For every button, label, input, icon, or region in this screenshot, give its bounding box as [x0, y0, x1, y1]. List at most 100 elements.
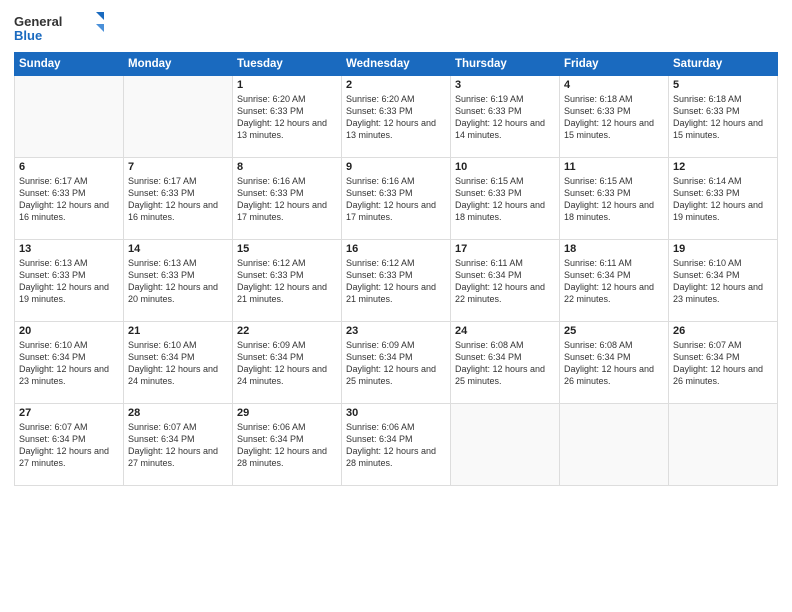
logo-svg: General Blue [14, 10, 104, 46]
calendar-cell [669, 404, 778, 486]
calendar-cell: 4 Sunrise: 6:18 AMSunset: 6:33 PMDaylight… [560, 76, 669, 158]
day-number: 29 [237, 407, 337, 419]
calendar-cell: 17 Sunrise: 6:11 AMSunset: 6:34 PMDayligh… [451, 240, 560, 322]
calendar-header-wednesday: Wednesday [342, 53, 451, 76]
day-info: Sunrise: 6:10 AMSunset: 6:34 PMDaylight:… [673, 257, 773, 306]
day-number: 19 [673, 243, 773, 255]
calendar-cell: 22 Sunrise: 6:09 AMSunset: 6:34 PMDayligh… [233, 322, 342, 404]
calendar-week-row: 27 Sunrise: 6:07 AMSunset: 6:34 PMDayligh… [15, 404, 778, 486]
calendar-cell: 12 Sunrise: 6:14 AMSunset: 6:33 PMDayligh… [669, 158, 778, 240]
calendar-cell [15, 76, 124, 158]
day-number: 13 [19, 243, 119, 255]
day-info: Sunrise: 6:15 AMSunset: 6:33 PMDaylight:… [455, 175, 555, 224]
day-info: Sunrise: 6:11 AMSunset: 6:34 PMDaylight:… [455, 257, 555, 306]
calendar-cell: 16 Sunrise: 6:12 AMSunset: 6:33 PMDayligh… [342, 240, 451, 322]
calendar-cell: 5 Sunrise: 6:18 AMSunset: 6:33 PMDaylight… [669, 76, 778, 158]
day-number: 6 [19, 161, 119, 173]
calendar-week-row: 13 Sunrise: 6:13 AMSunset: 6:33 PMDayligh… [15, 240, 778, 322]
calendar-cell: 21 Sunrise: 6:10 AMSunset: 6:34 PMDayligh… [124, 322, 233, 404]
day-number: 12 [673, 161, 773, 173]
day-info: Sunrise: 6:13 AMSunset: 6:33 PMDaylight:… [128, 257, 228, 306]
day-number: 30 [346, 407, 446, 419]
calendar-cell [124, 76, 233, 158]
day-number: 4 [564, 79, 664, 91]
day-info: Sunrise: 6:12 AMSunset: 6:33 PMDaylight:… [237, 257, 337, 306]
day-info: Sunrise: 6:20 AMSunset: 6:33 PMDaylight:… [346, 93, 446, 142]
day-number: 26 [673, 325, 773, 337]
day-info: Sunrise: 6:10 AMSunset: 6:34 PMDaylight:… [128, 339, 228, 388]
day-number: 23 [346, 325, 446, 337]
calendar-header-thursday: Thursday [451, 53, 560, 76]
calendar-cell: 29Sunrise: 6:06 AMSunset: 6:34 PMDayligh… [233, 404, 342, 486]
day-number: 22 [237, 325, 337, 337]
day-number: 28 [128, 407, 228, 419]
day-info: Sunrise: 6:16 AMSunset: 6:33 PMDaylight:… [346, 175, 446, 224]
day-info: Sunrise: 6:09 AMSunset: 6:34 PMDaylight:… [346, 339, 446, 388]
calendar-cell [451, 404, 560, 486]
calendar-cell: 14 Sunrise: 6:13 AMSunset: 6:33 PMDayligh… [124, 240, 233, 322]
calendar-cell [560, 404, 669, 486]
calendar-cell: 25 Sunrise: 6:08 AMSunset: 6:34 PMDayligh… [560, 322, 669, 404]
day-info: Sunrise: 6:09 AMSunset: 6:34 PMDaylight:… [237, 339, 337, 388]
calendar-cell: 24Sunrise: 6:08 AMSunset: 6:34 PMDayligh… [451, 322, 560, 404]
day-info: Sunrise: 6:17 AMSunset: 6:33 PMDaylight:… [128, 175, 228, 224]
header: General Blue [14, 10, 778, 46]
day-info: Sunrise: 6:07 AMSunset: 6:34 PMDaylight:… [128, 421, 228, 470]
day-info: Sunrise: 6:11 AMSunset: 6:34 PMDaylight:… [564, 257, 664, 306]
day-info: Sunrise: 6:06 AMSunset: 6:34 PMDaylight:… [346, 421, 446, 470]
day-number: 14 [128, 243, 228, 255]
day-number: 17 [455, 243, 555, 255]
day-number: 25 [564, 325, 664, 337]
day-number: 20 [19, 325, 119, 337]
calendar-cell: 18Sunrise: 6:11 AMSunset: 6:34 PMDayligh… [560, 240, 669, 322]
calendar-cell: 27 Sunrise: 6:07 AMSunset: 6:34 PMDayligh… [15, 404, 124, 486]
calendar-header-saturday: Saturday [669, 53, 778, 76]
day-number: 5 [673, 79, 773, 91]
calendar-header-friday: Friday [560, 53, 669, 76]
calendar-cell: 1 Sunrise: 6:20 AMSunset: 6:33 PMDaylight… [233, 76, 342, 158]
calendar-week-row: 1 Sunrise: 6:20 AMSunset: 6:33 PMDaylight… [15, 76, 778, 158]
calendar-week-row: 6 Sunrise: 6:17 AMSunset: 6:33 PMDaylight… [15, 158, 778, 240]
svg-text:General: General [14, 14, 62, 29]
day-info: Sunrise: 6:14 AMSunset: 6:33 PMDaylight:… [673, 175, 773, 224]
day-number: 8 [237, 161, 337, 173]
day-info: Sunrise: 6:12 AMSunset: 6:33 PMDaylight:… [346, 257, 446, 306]
day-info: Sunrise: 6:18 AMSunset: 6:33 PMDaylight:… [673, 93, 773, 142]
calendar-cell: 20Sunrise: 6:10 AMSunset: 6:34 PMDayligh… [15, 322, 124, 404]
day-info: Sunrise: 6:13 AMSunset: 6:33 PMDaylight:… [19, 257, 119, 306]
day-number: 27 [19, 407, 119, 419]
calendar-cell: 15 Sunrise: 6:12 AMSunset: 6:33 PMDayligh… [233, 240, 342, 322]
day-number: 16 [346, 243, 446, 255]
calendar-cell: 9 Sunrise: 6:16 AMSunset: 6:33 PMDaylight… [342, 158, 451, 240]
calendar-cell: 8 Sunrise: 6:16 AMSunset: 6:33 PMDaylight… [233, 158, 342, 240]
day-number: 11 [564, 161, 664, 173]
day-number: 1 [237, 79, 337, 91]
day-number: 3 [455, 79, 555, 91]
day-info: Sunrise: 6:20 AMSunset: 6:33 PMDaylight:… [237, 93, 337, 142]
day-number: 9 [346, 161, 446, 173]
calendar-cell: 10 Sunrise: 6:15 AMSunset: 6:33 PMDayligh… [451, 158, 560, 240]
day-number: 2 [346, 79, 446, 91]
day-number: 7 [128, 161, 228, 173]
day-number: 10 [455, 161, 555, 173]
day-info: Sunrise: 6:15 AMSunset: 6:33 PMDaylight:… [564, 175, 664, 224]
day-info: Sunrise: 6:16 AMSunset: 6:33 PMDaylight:… [237, 175, 337, 224]
calendar-header-row: SundayMondayTuesdayWednesdayThursdayFrid… [15, 53, 778, 76]
day-info: Sunrise: 6:19 AMSunset: 6:33 PMDaylight:… [455, 93, 555, 142]
calendar-cell: 23 Sunrise: 6:09 AMSunset: 6:34 PMDayligh… [342, 322, 451, 404]
day-info: Sunrise: 6:08 AMSunset: 6:34 PMDaylight:… [564, 339, 664, 388]
svg-text:Blue: Blue [14, 28, 42, 43]
calendar-header-tuesday: Tuesday [233, 53, 342, 76]
calendar-cell: 2 Sunrise: 6:20 AMSunset: 6:33 PMDaylight… [342, 76, 451, 158]
calendar-cell: 7 Sunrise: 6:17 AMSunset: 6:33 PMDaylight… [124, 158, 233, 240]
day-number: 15 [237, 243, 337, 255]
day-info: Sunrise: 6:18 AMSunset: 6:33 PMDaylight:… [564, 93, 664, 142]
day-number: 21 [128, 325, 228, 337]
calendar-cell: 11 Sunrise: 6:15 AMSunset: 6:33 PMDayligh… [560, 158, 669, 240]
day-info: Sunrise: 6:17 AMSunset: 6:33 PMDaylight:… [19, 175, 119, 224]
day-info: Sunrise: 6:07 AMSunset: 6:34 PMDaylight:… [19, 421, 119, 470]
day-number: 24 [455, 325, 555, 337]
calendar-cell: 28 Sunrise: 6:07 AMSunset: 6:34 PMDayligh… [124, 404, 233, 486]
calendar-cell: 19 Sunrise: 6:10 AMSunset: 6:34 PMDayligh… [669, 240, 778, 322]
calendar-cell: 13 Sunrise: 6:13 AMSunset: 6:33 PMDayligh… [15, 240, 124, 322]
